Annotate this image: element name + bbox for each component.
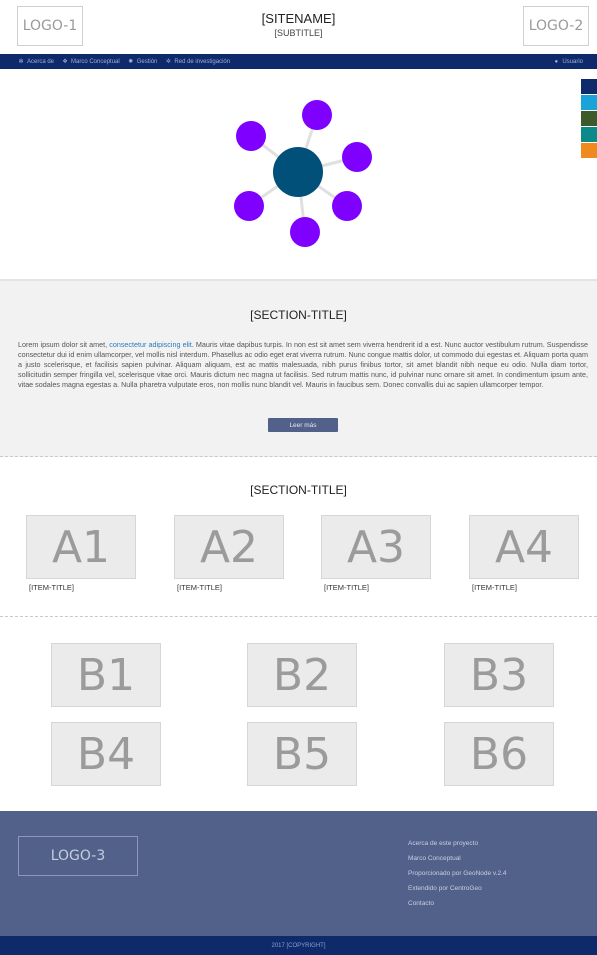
- footer-link-marco[interactable]: Marco Conceptual: [408, 854, 507, 869]
- theme-swatch-green[interactable]: [581, 111, 597, 126]
- nav-item-label: Gestión: [136, 58, 158, 65]
- footer-link-centrogeo[interactable]: Extendido por CentroGeo: [408, 884, 507, 899]
- item-tile[interactable]: A2: [174, 515, 284, 579]
- cubes-icon: ❖: [62, 58, 68, 65]
- theme-swatch-navy[interactable]: [581, 79, 597, 94]
- nav-item-label: Marco Conceptual: [71, 58, 120, 65]
- network-node: [332, 191, 362, 221]
- network-node: [234, 191, 264, 221]
- theme-swatch-blue[interactable]: [581, 95, 597, 110]
- grid-tile[interactable]: B2: [247, 643, 357, 707]
- hero-graphic-area: [0, 69, 597, 279]
- network-node: [342, 142, 372, 172]
- item-card: A1 [ITEM-TITLE]: [26, 515, 136, 592]
- footer-links: Acerca de este proyecto Marco Conceptual…: [408, 839, 507, 914]
- item-tile[interactable]: A4: [469, 515, 579, 579]
- grid-tile[interactable]: B3: [444, 643, 554, 707]
- site-subtitle: [SUBTITLE]: [274, 28, 323, 38]
- site-footer: LOGO-3 Acerca de este proyecto Marco Con…: [0, 811, 597, 936]
- item-card: A4 [ITEM-TITLE]: [469, 515, 579, 592]
- grid-tile[interactable]: B5: [247, 722, 357, 786]
- site-header: LOGO-1 [SITENAME] [SUBTITLE] LOGO-2: [0, 0, 597, 54]
- gears-icon: ✲: [165, 58, 171, 65]
- grid-tile[interactable]: B4: [51, 722, 161, 786]
- nav-item-red[interactable]: ✲ Red de investigación: [165, 59, 230, 65]
- nav-item-gestion[interactable]: ✹ Gestión: [128, 58, 158, 65]
- network-node: [236, 121, 266, 151]
- about-paragraph: Lorem ipsum dolor sit amet, consectetur …: [18, 340, 588, 390]
- theme-swatch-teal[interactable]: [581, 127, 597, 142]
- nav-item-acerca[interactable]: ✻ Acerca de: [18, 59, 54, 65]
- grid-tile[interactable]: B6: [444, 722, 554, 786]
- items-section: [SECTION-TITLE] A1 [ITEM-TITLE] A2 [ITEM…: [0, 457, 597, 617]
- item-title[interactable]: [ITEM-TITLE]: [469, 583, 579, 592]
- read-more-button[interactable]: Leer más: [268, 418, 338, 432]
- copyright-bar: 2017 [COPYRIGHT]: [0, 936, 597, 955]
- section-title: [SECTION-TITLE]: [250, 308, 347, 322]
- footer-link-contact[interactable]: Contacto: [408, 899, 507, 914]
- item-card: A3 [ITEM-TITLE]: [321, 515, 431, 592]
- network-node: [290, 217, 320, 247]
- nav-item-marco[interactable]: ❖ Marco Conceptual: [62, 58, 120, 65]
- gear-icon: ✹: [128, 58, 134, 65]
- about-link[interactable]: consectetur adipiscing elit: [109, 340, 192, 349]
- network-graph: [234, 100, 372, 247]
- item-title[interactable]: [ITEM-TITLE]: [174, 583, 284, 592]
- user-icon: ●: [554, 58, 559, 65]
- footer-logo[interactable]: LOGO-3: [18, 836, 138, 876]
- main-navbar: ✻ Acerca de ❖ Marco Conceptual ✹ Gestión…: [0, 54, 597, 69]
- footer-link-geonode[interactable]: Proporcionado por GeoNode v.2.4: [408, 869, 507, 884]
- about-section: [SECTION-TITLE] Lorem ipsum dolor sit am…: [0, 279, 597, 457]
- network-node: [302, 100, 332, 130]
- item-card: A2 [ITEM-TITLE]: [174, 515, 284, 592]
- item-tile[interactable]: A1: [26, 515, 136, 579]
- network-center-node: [273, 147, 323, 197]
- theme-color-picker: [581, 79, 597, 159]
- logo-right[interactable]: LOGO-2: [523, 6, 589, 46]
- theme-swatch-orange[interactable]: [581, 143, 597, 158]
- spinner-icon: ✻: [18, 58, 24, 65]
- nav-item-label: Acerca de: [27, 58, 55, 65]
- item-title[interactable]: [ITEM-TITLE]: [26, 583, 136, 592]
- nav-user-menu[interactable]: ● Usuario: [553, 54, 584, 69]
- about-text-start: Lorem ipsum dolor sit amet,: [18, 340, 110, 349]
- nav-item-label: Red de investigación: [174, 58, 231, 65]
- nav-user-label: Usuario: [562, 58, 583, 65]
- section-title: [SECTION-TITLE]: [250, 483, 347, 497]
- footer-link-about[interactable]: Acerca de este proyecto: [408, 839, 507, 854]
- item-title[interactable]: [ITEM-TITLE]: [321, 583, 431, 592]
- item-tile[interactable]: A3: [321, 515, 431, 579]
- grid-tile[interactable]: B1: [51, 643, 161, 707]
- site-name: [SITENAME]: [261, 11, 336, 26]
